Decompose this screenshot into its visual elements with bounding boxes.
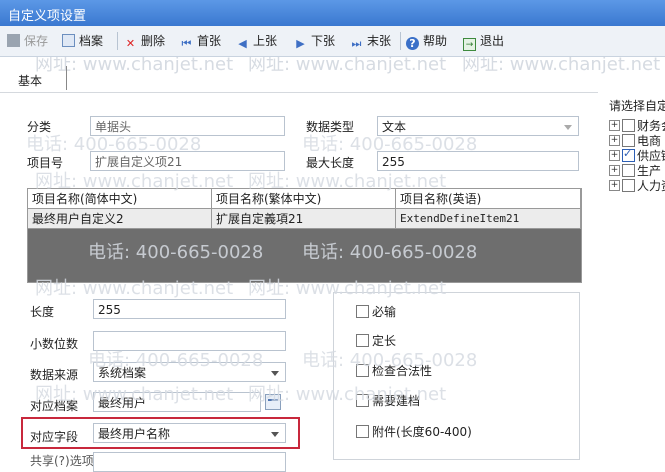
- next-button[interactable]: ▶ 下张: [294, 33, 335, 50]
- grid-cell[interactable]: 扩展自定義項21: [212, 209, 396, 229]
- expand-icon[interactable]: +: [609, 180, 620, 191]
- grid-cell[interactable]: ExtendDefineItem21: [396, 209, 581, 229]
- help-button[interactable]: ? 帮助: [406, 33, 447, 50]
- maxlen-field[interactable]: 255: [377, 151, 579, 171]
- source-label: 数据来源: [30, 368, 79, 382]
- toolbar-separator: [400, 32, 401, 50]
- attachment-checkbox[interactable]: [356, 425, 369, 438]
- required-label: 必输: [372, 305, 397, 319]
- archive-icon: [62, 34, 75, 47]
- source-select[interactable]: 系统档案: [93, 362, 286, 382]
- grid-header-cell[interactable]: 项目名称(英语): [396, 189, 581, 209]
- first-button[interactable]: ⏮ 首张: [180, 33, 221, 50]
- validate-checkbox[interactable]: [356, 364, 369, 377]
- need-archive-checkbox[interactable]: [356, 394, 369, 407]
- source-value: 系统档案: [98, 366, 147, 380]
- module-label: 人力资: [637, 179, 665, 193]
- title-bar: 自定义项设置: [0, 0, 665, 26]
- save-icon: [7, 34, 20, 47]
- field-select[interactable]: 最终用户名称: [93, 423, 286, 443]
- archive-label: 对应档案: [30, 399, 79, 413]
- chevron-down-icon: [564, 125, 572, 130]
- fixed-length-label: 定长: [372, 334, 397, 348]
- tab-divider: [66, 66, 67, 90]
- need-archive-label: 需要建档: [372, 394, 421, 408]
- module-checkbox[interactable]: [622, 179, 635, 192]
- delete-icon: ✕: [125, 37, 136, 50]
- toolbar: 保存 档案 ✕ 删除 ⏮ 首张 ◀ 上张 ▶ 下张 ⏭ 末张 ? 帮助 → 退出: [0, 26, 665, 57]
- category-field[interactable]: 单据头: [90, 116, 285, 136]
- decimals-field[interactable]: [93, 331, 286, 351]
- field-value: 最终用户名称: [98, 427, 171, 441]
- module-checkbox[interactable]: [622, 164, 635, 177]
- field-label: 对应字段: [30, 430, 79, 444]
- exit-button[interactable]: → 退出: [463, 33, 504, 51]
- category-label: 分类: [27, 120, 52, 134]
- attachment-label: 附件(长度60-400): [372, 425, 472, 439]
- decimals-label: 小数位数: [30, 337, 79, 351]
- prev-button[interactable]: ◀ 上张: [236, 33, 277, 50]
- last-button[interactable]: ⏭ 末张: [350, 33, 391, 50]
- side-heading: 请选择自定: [609, 99, 665, 113]
- tab-baseline: [0, 92, 598, 93]
- module-checkbox[interactable]: [622, 147, 635, 162]
- calendar-icon[interactable]: [265, 394, 281, 410]
- grid-header-cell[interactable]: 项目名称(繁体中文): [212, 189, 396, 209]
- archive-field[interactable]: 最终用户: [93, 392, 261, 412]
- datatype-label: 数据类型: [306, 120, 355, 134]
- expand-icon[interactable]: +: [609, 135, 620, 146]
- maxlen-label: 最大长度: [306, 156, 355, 170]
- length-field[interactable]: 255: [93, 299, 286, 319]
- save-button[interactable]: 保存: [7, 33, 48, 49]
- last-icon: ⏭: [351, 37, 362, 50]
- grid-cell[interactable]: 最终用户自定义2: [28, 209, 212, 229]
- module-tree: + 财务会 + 电商 + 供应链 + 生产 + 人力资: [606, 117, 665, 197]
- expand-icon[interactable]: +: [609, 120, 620, 131]
- required-checkbox[interactable]: [356, 305, 369, 318]
- fixed-length-checkbox[interactable]: [356, 334, 369, 347]
- first-icon: ⏮: [181, 37, 192, 50]
- next-icon: ▶: [296, 37, 305, 50]
- datatype-value: 文本: [382, 120, 407, 134]
- prev-icon: ◀: [238, 37, 247, 50]
- window-title: 自定义项设置: [8, 9, 87, 24]
- module-checkbox[interactable]: [622, 134, 635, 147]
- grid-header-cell[interactable]: 项目名称(简体中文): [28, 189, 212, 209]
- chevron-down-icon: [271, 371, 279, 376]
- tab-basic[interactable]: 基本: [18, 72, 42, 89]
- length-label: 长度: [30, 305, 55, 319]
- itemno-field[interactable]: 扩展自定义项21: [90, 151, 285, 171]
- exit-icon: →: [463, 38, 476, 51]
- archive-button[interactable]: 档案: [62, 33, 103, 49]
- toolbar-separator: [117, 32, 118, 50]
- itemno-label: 项目号: [27, 156, 64, 170]
- expand-icon[interactable]: +: [609, 165, 620, 176]
- validate-label: 检查合法性: [372, 364, 433, 378]
- module-checkbox[interactable]: [622, 119, 635, 132]
- expand-icon[interactable]: +: [609, 150, 620, 161]
- help-icon: ?: [406, 37, 419, 50]
- partial-label: 共享(?)选项: [30, 454, 94, 468]
- partial-field[interactable]: [93, 452, 286, 472]
- chevron-down-icon: [271, 432, 279, 437]
- datatype-select[interactable]: 文本: [377, 116, 579, 136]
- item-name-grid: 项目名称(简体中文) 项目名称(繁体中文) 项目名称(英语) 最终用户自定义2 …: [27, 188, 582, 283]
- options-panel: 必输 定长 检查合法性 需要建档 附件(长度60-400): [333, 292, 580, 460]
- delete-button[interactable]: ✕ 删除: [124, 33, 165, 50]
